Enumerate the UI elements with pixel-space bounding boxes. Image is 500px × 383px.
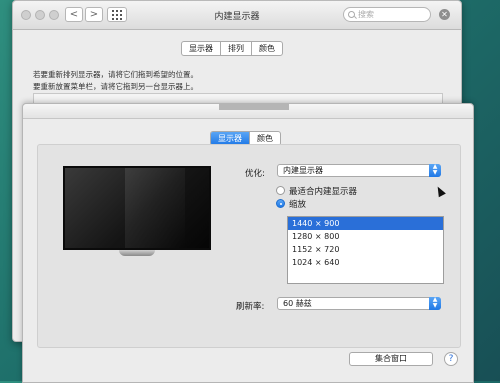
updown-arrow-icon: ▲ ▼ — [429, 297, 441, 310]
gather-windows-button[interactable]: 集合窗口 — [349, 352, 433, 366]
titlebar-handle — [219, 104, 289, 110]
updown-arrow-icon: ▲ ▼ — [429, 164, 441, 177]
optimize-label: 优化: — [245, 169, 265, 179]
resolution-list[interactable]: 1440 × 900 1280 × 800 1152 × 720 1024 × … — [287, 216, 444, 284]
monitor-image — [63, 166, 211, 250]
resolution-item[interactable]: 1152 × 720 — [288, 243, 443, 256]
help-icon[interactable]: ? — [444, 352, 458, 366]
tab-display[interactable]: 显示器 — [182, 42, 221, 55]
search-icon — [348, 11, 355, 18]
radio-scaled[interactable] — [276, 199, 285, 208]
search-field[interactable]: 搜索 — [343, 7, 431, 22]
refresh-rate-select[interactable]: 60 赫兹 ▲ ▼ — [277, 297, 441, 310]
tab-arrangement[interactable]: 排列 — [221, 42, 252, 55]
best-for-display-label: 最适合内建显示器 — [289, 187, 358, 197]
resolution-item[interactable]: 1280 × 800 — [288, 230, 443, 243]
back-titlebar: < > 内建显示器 搜索 ✕ — [13, 1, 461, 30]
tab-color[interactable]: 颜色 — [252, 42, 282, 55]
resolution-item[interactable]: 1024 × 640 — [288, 256, 443, 269]
resolution-item[interactable]: 1440 × 900 — [288, 217, 443, 230]
arrange-instruction: 若要重新排列显示器，请将它们拖到希望的位置。 — [33, 70, 198, 79]
menubar-instruction: 要重新放置菜单栏，请将它拖到另一台显示器上。 — [33, 82, 198, 91]
front-titlebar — [23, 104, 473, 119]
back-tab-group: 显示器 排列 颜色 — [181, 41, 283, 56]
refresh-rate-value: 60 赫兹 — [283, 299, 312, 308]
monitor-stand — [119, 250, 155, 256]
optimize-value: 内建显示器 — [283, 166, 323, 175]
clear-search-icon[interactable]: ✕ — [439, 9, 450, 20]
search-placeholder: 搜索 — [358, 10, 374, 19]
refresh-rate-label: 刷新率: — [236, 302, 265, 312]
optimize-select[interactable]: 内建显示器 ▲ ▼ — [277, 164, 441, 177]
scaled-label: 缩放 — [289, 200, 307, 210]
radio-best-for-display[interactable] — [276, 186, 285, 195]
